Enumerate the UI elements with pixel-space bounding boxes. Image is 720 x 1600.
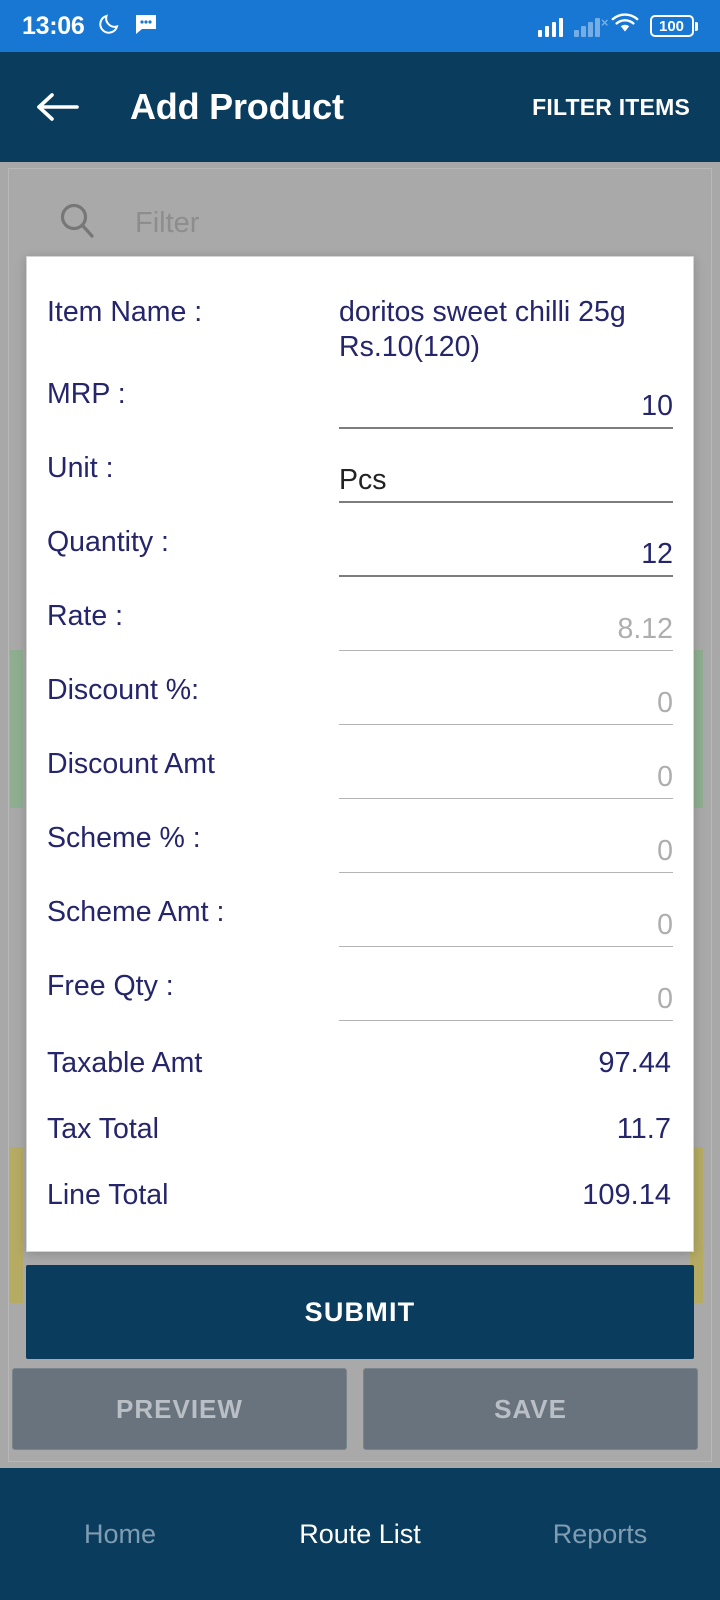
form-row: Discount %: 0 <box>47 661 673 735</box>
submit-button[interactable]: SUBMIT <box>26 1265 694 1359</box>
status-time: 13:06 <box>22 11 85 40</box>
form-row: Scheme Amt : 0 <box>47 883 673 957</box>
form-row: Quantity : 12 <box>47 513 673 587</box>
page-title: Add Product <box>130 86 344 127</box>
form-input-value: 10 <box>641 389 673 422</box>
form-input-field[interactable]: 10 <box>339 377 673 429</box>
form-row-value-wrap: Pcs <box>339 439 673 503</box>
form-input-value: 0 <box>657 834 673 867</box>
status-bar: 13:06 × 100 <box>0 0 720 52</box>
nav-item-reports[interactable]: Reports <box>480 1519 720 1550</box>
form-input-value: 0 <box>657 982 673 1015</box>
form-row: Unit : Pcs <box>47 439 673 513</box>
form-row-value-wrap: 12 <box>339 513 673 577</box>
list-item-indicator <box>10 650 23 808</box>
form-row-value-wrap: 0 <box>339 661 673 725</box>
back-arrow-icon[interactable] <box>34 84 80 130</box>
summary-value: 109.14 <box>582 1179 671 1212</box>
form-row-value-wrap: doritos sweet chilli 25g Rs.10(120) <box>339 283 673 365</box>
form-input-field[interactable]: 0 <box>339 969 673 1021</box>
summary-value: 97.44 <box>598 1047 671 1080</box>
form-row-label: Rate : <box>47 599 124 632</box>
form-input-value: 0 <box>657 760 673 793</box>
form-input-field[interactable]: 0 <box>339 673 673 725</box>
add-product-dialog: Item Name : doritos sweet chilli 25g Rs.1… <box>26 256 694 1252</box>
filter-items-button[interactable]: FILTER ITEMS <box>532 94 690 121</box>
form-row: Free Qty : 0 <box>47 957 673 1031</box>
summary-row: Taxable Amt 97.44 <box>47 1031 673 1097</box>
form-row-label: Discount Amt <box>47 747 215 780</box>
nav-item-route-list[interactable]: Route List <box>240 1519 480 1550</box>
battery-level: 100 <box>658 17 685 35</box>
form-row: Rate : 8.12 <box>47 587 673 661</box>
form-row-value-wrap: 0 <box>339 735 673 799</box>
product-summary: Taxable Amt 97.44 Tax Total 11.7 Line Total 1… <box>47 1031 673 1229</box>
form-input-value: Pcs <box>339 463 387 496</box>
form-input-value: 12 <box>641 537 673 570</box>
form-row-value-wrap: 0 <box>339 957 673 1021</box>
form-row-label: Item Name : <box>47 296 203 328</box>
form-input-field[interactable]: 0 <box>339 821 673 873</box>
signal-bars-icon <box>537 15 563 37</box>
search-icon <box>55 199 99 248</box>
form-row-label: Scheme % : <box>47 821 201 854</box>
product-form: Item Name : doritos sweet chilli 25g Rs.1… <box>47 283 673 1031</box>
form-input-field[interactable]: 0 <box>339 895 673 947</box>
app-bar: Add Product FILTER ITEMS <box>0 52 720 162</box>
form-input-field[interactable]: 8.12 <box>339 599 673 651</box>
summary-row: Tax Total 11.7 <box>47 1097 673 1163</box>
form-row-label: Scheme Amt : <box>47 895 225 928</box>
form-input-field[interactable]: Pcs <box>339 451 673 503</box>
message-icon <box>134 13 158 40</box>
status-bar-right: × 100 <box>537 12 698 40</box>
form-row-label: MRP : <box>47 377 126 410</box>
form-row: Scheme % : 0 <box>47 809 673 883</box>
summary-label: Taxable Amt <box>47 1047 203 1080</box>
phone-screen: 13:06 × 100 Add Product FILTER ITEMS Fil… <box>0 0 720 1600</box>
status-bar-left: 13:06 <box>22 12 158 41</box>
save-button[interactable]: SAVE <box>363 1368 698 1450</box>
form-input-field[interactable]: 12 <box>339 525 673 577</box>
summary-value: 11.7 <box>616 1113 671 1146</box>
form-row: Discount Amt 0 <box>47 735 673 809</box>
form-row-value-wrap: 10 <box>339 365 673 429</box>
form-input-value: 8.12 <box>617 612 673 645</box>
form-row-value-wrap: 8.12 <box>339 587 673 651</box>
moon-icon <box>97 12 121 41</box>
form-input-field[interactable]: 0 <box>339 747 673 799</box>
list-item-indicator <box>10 1147 23 1303</box>
wifi-icon <box>611 12 639 40</box>
summary-label: Tax Total <box>47 1113 159 1146</box>
form-row-value-wrap: 0 <box>339 809 673 873</box>
form-row-label: Discount %: <box>47 673 200 706</box>
summary-label: Line Total <box>47 1179 169 1212</box>
background-action-bar: PREVIEW SAVE <box>12 1368 698 1450</box>
filter-input-placeholder: Filter <box>135 207 200 239</box>
form-row: Item Name : doritos sweet chilli 25g Rs.1… <box>47 283 673 365</box>
form-input-value: 0 <box>657 686 673 719</box>
filter-search-bar[interactable]: Filter <box>43 185 673 263</box>
item-name-value: doritos sweet chilli 25g Rs.10(120) <box>339 296 626 363</box>
form-row-label: Free Qty : <box>47 969 174 1002</box>
form-input-value: 0 <box>657 908 673 941</box>
form-row-label: Unit : <box>47 451 114 484</box>
summary-row: Line Total 109.14 <box>47 1163 673 1229</box>
nav-item-home[interactable]: Home <box>0 1519 240 1550</box>
form-row-label: Quantity : <box>47 525 169 558</box>
bottom-navigation: Home Route List Reports <box>0 1468 720 1600</box>
form-row-value-wrap: 0 <box>339 883 673 947</box>
signal-bars-no-service-icon: × <box>574 15 609 37</box>
preview-button[interactable]: PREVIEW <box>12 1368 347 1450</box>
battery-icon: 100 <box>649 15 698 37</box>
form-row: MRP : 10 <box>47 365 673 439</box>
